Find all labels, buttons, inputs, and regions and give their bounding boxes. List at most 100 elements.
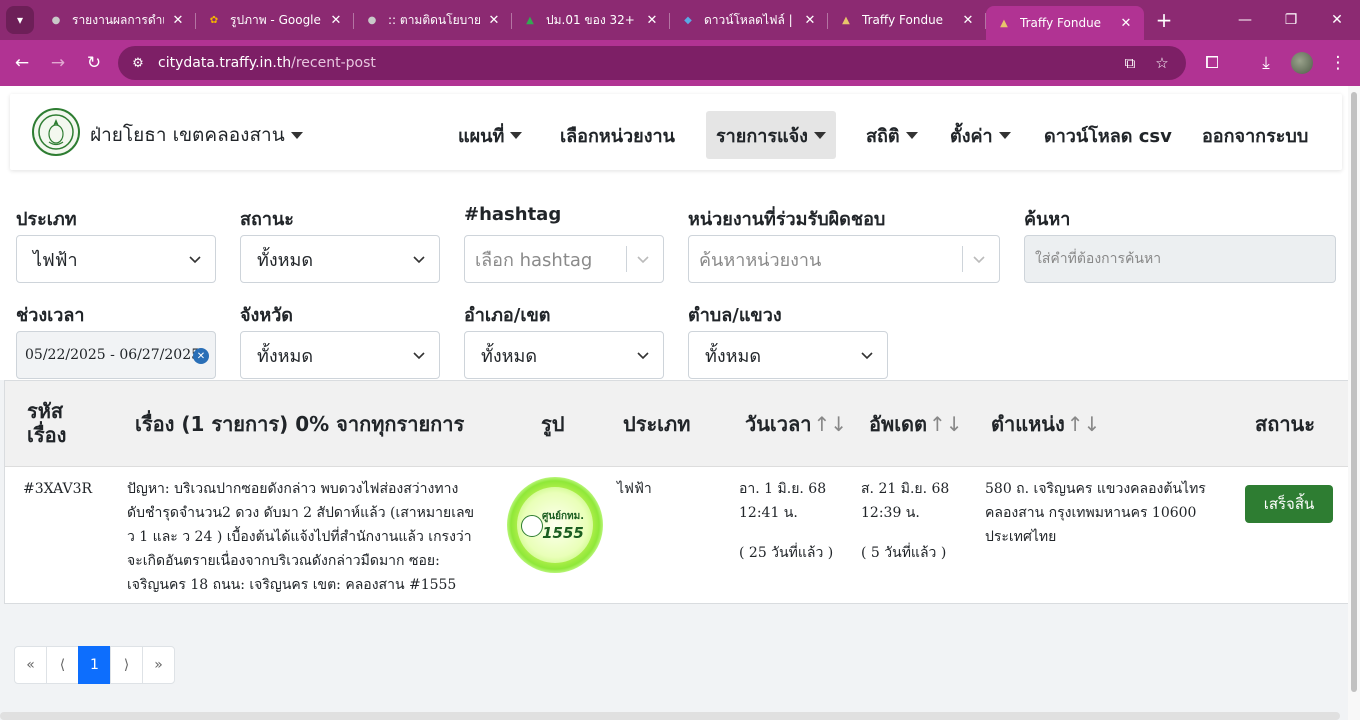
- hashtag-select[interactable]: เลือก hashtag: [464, 235, 664, 283]
- profile-button[interactable]: [1288, 49, 1316, 77]
- bookmark-star-icon[interactable]: ☆: [1148, 49, 1176, 77]
- chevron-down-icon: [637, 352, 649, 360]
- status-text: เสร็จสิ้น: [1263, 495, 1315, 513]
- nav-item[interactable]: รายการแจ้ง: [706, 111, 836, 159]
- agency-placeholder: ค้นหาหน่วยงาน: [699, 249, 822, 271]
- tab-search-button[interactable]: ▾: [6, 6, 34, 34]
- ticket-image[interactable]: ศูนย์กทม. 1555: [507, 477, 603, 573]
- type-label: ประเภท: [16, 209, 77, 230]
- close-tab-icon[interactable]: ✕: [1118, 16, 1134, 31]
- agency-dropdown[interactable]: ฝ่ายโยธา เขตคลองสาน: [90, 120, 303, 150]
- nav-item[interactable]: ออกจากระบบ: [1192, 111, 1318, 159]
- district-select[interactable]: ทั้งหมด: [464, 331, 664, 379]
- favicon-icon: ▲: [526, 14, 534, 26]
- desc-line: จะเกิดอันตรายเนื่องจากบริเวณดังกล่าวมืดม…: [127, 553, 440, 569]
- browser-menu-button[interactable]: ⋮: [1324, 49, 1352, 77]
- hashtag-label: #hashtag: [464, 204, 562, 225]
- nav-item[interactable]: สถิติ: [856, 111, 928, 159]
- nav-item[interactable]: แผนที่: [448, 111, 532, 159]
- url-host: citydata.traffy.in.th: [158, 55, 292, 71]
- vertical-scrollbar[interactable]: [1348, 86, 1360, 720]
- install-app-icon[interactable]: ⧉: [1116, 49, 1144, 77]
- nav-item[interactable]: ดาวน์โหลด csv: [1034, 111, 1182, 159]
- minimize-button[interactable]: —: [1222, 6, 1268, 34]
- top-navbar: ฝ่ายโยธา เขตคลองสาน แผนที่ เลือกหน่วยงาน ร…: [10, 94, 1342, 170]
- page-last-button[interactable]: »: [142, 646, 175, 684]
- clear-icon[interactable]: ✕: [193, 348, 209, 364]
- browser-tab[interactable]: ▲ ปม.01 ของ 32+ เ ✕: [512, 6, 670, 34]
- address-bar[interactable]: ⚙ citydata.traffy.in.th/recent-post ⧉ ☆: [118, 46, 1186, 80]
- bma-logo[interactable]: [32, 108, 80, 156]
- bma-1555-logo: ศูนย์กทม. 1555: [517, 487, 593, 563]
- site-info-icon[interactable]: ⚙: [124, 49, 152, 77]
- browser-tab[interactable]: ● รายงานผลการดำเนิ ✕: [38, 6, 196, 34]
- browser-tab[interactable]: ▲ Traffy Fondue ✕: [986, 6, 1144, 40]
- subdistrict-label: ตำบล/แขวง: [688, 305, 782, 326]
- table-row[interactable]: #3XAV3R ปัญหา: บริเวณปากซอยดังกล่าว พบดว…: [5, 467, 1349, 603]
- tab-title: Traffy Fondue: [1020, 16, 1102, 30]
- results-table: รหัส เรื่อง เรื่อง (1 รายการ) 0% จากทุกร…: [4, 380, 1350, 604]
- downloads-button[interactable]: ⤓: [1252, 49, 1280, 77]
- date-line: ส. 21 มิ.ย. 68: [861, 481, 950, 497]
- ticket-datetime: อา. 1 มิ.ย. 68 12:41 น. ( 25 วันที่แล้ว …: [739, 477, 833, 565]
- tab-title: รายงานผลการดำเนิ: [72, 12, 164, 27]
- browser-tab[interactable]: ▲ Traffy Fondue ✕: [828, 6, 986, 34]
- close-tab-icon[interactable]: ✕: [802, 13, 818, 28]
- nav-item-label: ออกจากระบบ: [1202, 125, 1309, 147]
- favicon-icon: ●: [367, 14, 377, 26]
- reload-button[interactable]: ↻: [80, 49, 108, 77]
- agency-select[interactable]: ค้นหาหน่วยงาน: [688, 235, 1000, 283]
- page-first-button[interactable]: «: [14, 646, 47, 684]
- page-prev-button[interactable]: ⟨: [46, 646, 79, 684]
- period-label: ช่วงเวลา: [16, 305, 85, 326]
- back-button[interactable]: ←: [8, 49, 36, 77]
- browser-tab[interactable]: ●:: ตามติดนโยบายผู้ ✕: [354, 6, 512, 34]
- extensions-button[interactable]: ⧠: [1198, 49, 1226, 77]
- col-updated[interactable]: อัพเดต ↑↓: [869, 412, 963, 436]
- close-tab-icon[interactable]: ✕: [960, 13, 976, 28]
- pagination: « ⟨ 1 ⟩ »: [14, 646, 175, 684]
- nav-item-label: ตั้งค่า: [950, 125, 993, 147]
- location-line: 580 ถ. เจริญนคร แขวงคลองต้นไทร: [985, 481, 1206, 497]
- ticket-code[interactable]: #3XAV3R: [23, 477, 92, 501]
- browser-tab[interactable]: ◆ ดาวน์โหลดไฟล์ | iL ✕: [670, 6, 828, 34]
- col-datetime[interactable]: วันเวลา ↑↓: [745, 412, 847, 436]
- caret-down-icon: [813, 131, 826, 139]
- subdistrict-select[interactable]: ทั้งหมด: [688, 331, 888, 379]
- col-location[interactable]: ตำแหน่ง ↑↓: [991, 412, 1100, 436]
- close-tab-icon[interactable]: ✕: [486, 13, 502, 28]
- caret-down-icon: [905, 131, 918, 139]
- close-tab-icon[interactable]: ✕: [328, 13, 344, 28]
- close-tab-icon[interactable]: ✕: [644, 13, 660, 28]
- restore-icon: ❐: [1284, 12, 1298, 28]
- favicon-icon: ◆: [684, 14, 692, 26]
- forward-button[interactable]: →: [44, 49, 72, 77]
- horizontal-scrollbar[interactable]: [0, 712, 1340, 720]
- ticket-description[interactable]: ปัญหา: บริเวณปากซอยดังกล่าว พบดวงไฟส่องส…: [127, 477, 497, 597]
- tab-title: Traffy Fondue: [862, 13, 944, 27]
- divider: [626, 246, 627, 272]
- nav-item-label: ดาวน์โหลด csv: [1044, 125, 1172, 147]
- province-select[interactable]: ทั้งหมด: [240, 331, 440, 379]
- date-range-input[interactable]: 05/22/2025 - 06/27/2025 ✕: [16, 331, 216, 379]
- favicon-icon: ●: [51, 14, 61, 26]
- status-select[interactable]: ทั้งหมด: [240, 235, 440, 283]
- col-code-line2: เรื่อง: [27, 423, 67, 447]
- status-badge[interactable]: เสร็จสิ้น: [1245, 485, 1333, 523]
- page-current-button[interactable]: 1: [78, 646, 111, 684]
- scrollbar-thumb[interactable]: [1351, 92, 1357, 692]
- restore-button[interactable]: ❐: [1268, 6, 1314, 34]
- nav-item[interactable]: เลือกหน่วยงาน: [550, 111, 685, 159]
- image-text-number: 1555: [542, 523, 584, 542]
- desc-line: ว 1 และ ว 24 ) เบื้องต้นได้แจ้งไปที่สำนั…: [127, 529, 472, 545]
- ticket-updated: ส. 21 มิ.ย. 68 12:39 น. ( 5 วันที่แล้ว ): [861, 477, 949, 565]
- new-tab-button[interactable]: +: [1150, 6, 1178, 34]
- type-select[interactable]: ไฟฟ้า: [16, 235, 216, 283]
- browser-tab[interactable]: ✿ รูปภาพ - Google ✕: [196, 6, 354, 34]
- nav-item[interactable]: ตั้งค่า: [940, 111, 1021, 159]
- close-tab-icon[interactable]: ✕: [170, 13, 186, 28]
- page-next-button[interactable]: ⟩: [110, 646, 143, 684]
- relative-time: ( 5 วันที่แล้ว ): [861, 545, 947, 561]
- close-window-button[interactable]: ✕: [1314, 6, 1360, 34]
- search-input[interactable]: ใส่คำที่ต้องการค้นหา: [1024, 235, 1336, 283]
